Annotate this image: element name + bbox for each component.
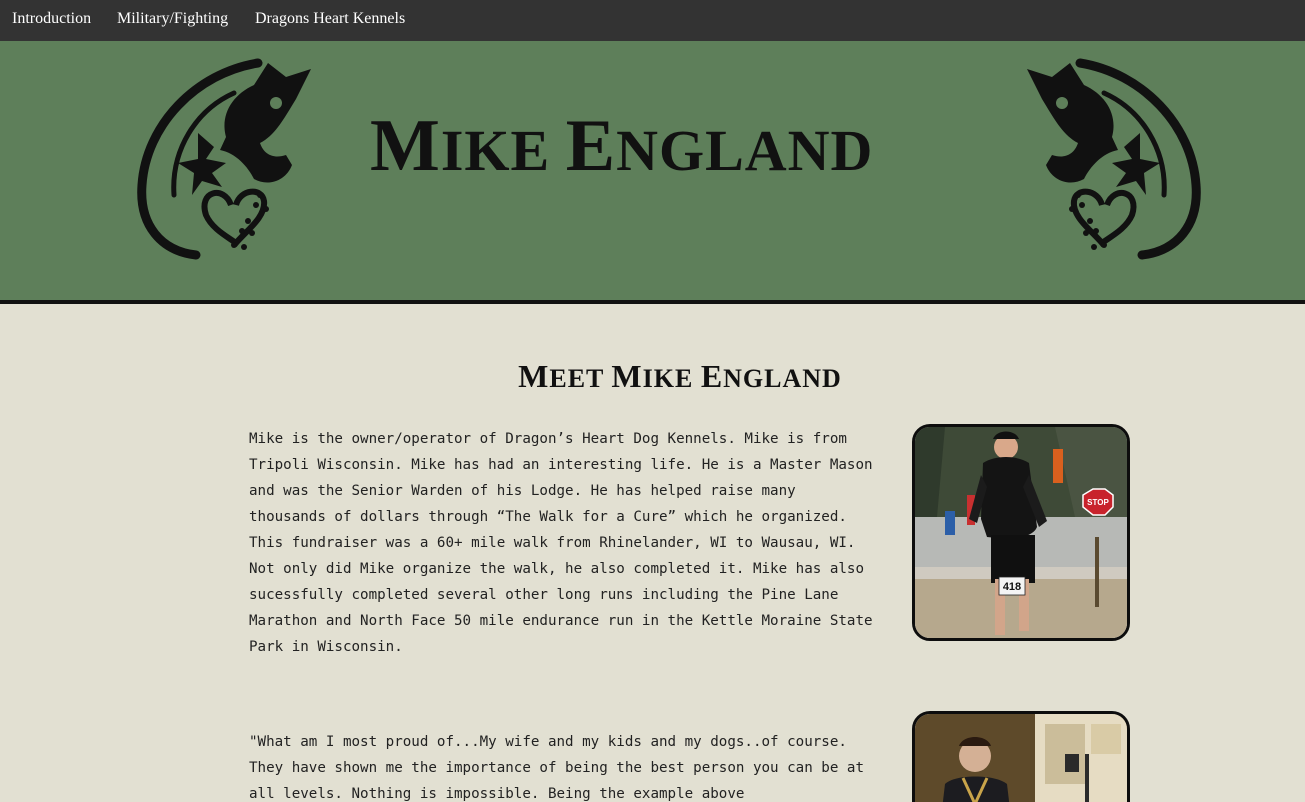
running-photo: STOP 418: [912, 424, 1130, 641]
nav-introduction[interactable]: Introduction: [12, 10, 91, 28]
race-bib-number: 418: [1003, 581, 1021, 593]
section-title: MEET MIKE ENGLAND: [518, 358, 842, 394]
stop-sign-text: STOP: [1087, 498, 1109, 507]
site-title: MIKE ENGLAND: [370, 105, 874, 187]
banner-divider: [0, 300, 1305, 304]
bio-paragraph: Mike is the owner/operator of Dragon’s H…: [249, 431, 873, 655]
lodge-photo: [912, 711, 1130, 802]
husky-dragon-heart-icon-mirrored: [1022, 55, 1202, 261]
quote-paragraph: "What am I most proud of...My wife and m…: [249, 734, 864, 802]
husky-dragon-heart-icon: [136, 55, 316, 261]
nav-military-fighting[interactable]: Military/Fighting: [117, 10, 228, 28]
nav-dragons-heart-kennels[interactable]: Dragons Heart Kennels: [255, 10, 405, 28]
top-navigation: Introduction Military/Fighting Dragons H…: [0, 0, 1305, 41]
